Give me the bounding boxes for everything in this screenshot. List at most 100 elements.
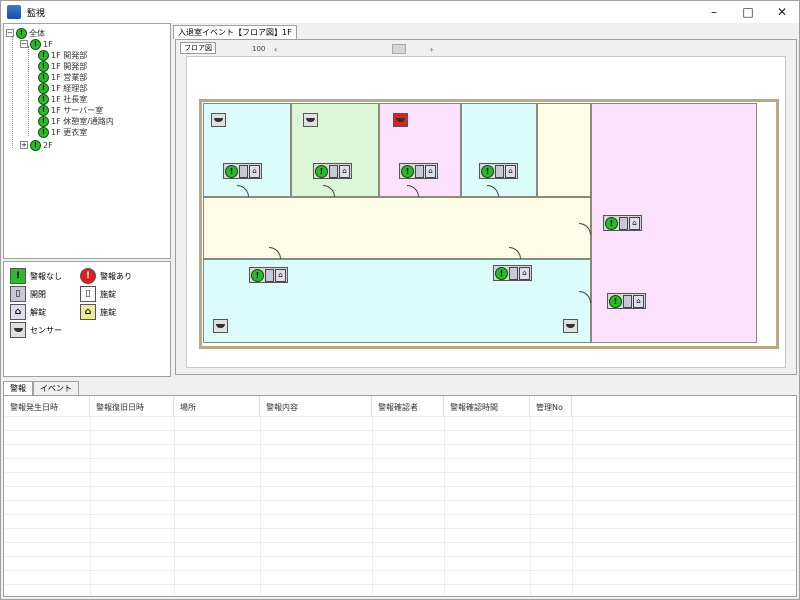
tree-room-label: 1F サーバー室 — [51, 105, 104, 115]
sensor-icon[interactable] — [563, 319, 578, 333]
column-header[interactable]: 警報復旧日時 — [90, 396, 174, 416]
door-icon — [623, 294, 632, 308]
minimize-button[interactable]: – — [697, 1, 731, 23]
corridor[interactable] — [203, 197, 591, 259]
table-row[interactable] — [4, 542, 796, 556]
status-ok-icon: ! — [38, 126, 49, 138]
column-header[interactable]: 警報確認時間 — [444, 396, 530, 416]
door-icon — [415, 164, 424, 178]
status-ok-icon: ! — [315, 164, 328, 178]
sensor-alarm-icon[interactable] — [393, 113, 408, 127]
status-ok-icon: ! — [16, 27, 27, 39]
column-header[interactable]: 警報発生日時 — [4, 396, 90, 416]
legend-label: 警報なし — [30, 271, 62, 281]
room-sales[interactable] — [379, 103, 461, 197]
maximize-button[interactable]: □ — [731, 1, 765, 23]
status-ok-icon: ! — [38, 93, 49, 105]
table-row[interactable] — [4, 416, 796, 430]
table-row[interactable] — [4, 556, 796, 570]
table-row[interactable] — [4, 514, 796, 528]
room-corridor-upper[interactable] — [537, 103, 591, 197]
table-row[interactable] — [4, 430, 796, 444]
expander-icon[interactable]: − — [6, 29, 14, 37]
table-row[interactable] — [4, 472, 796, 486]
door-icon — [329, 164, 338, 178]
column-header[interactable]: 警報確認者 — [372, 396, 444, 416]
status-ok-icon: ! — [38, 71, 49, 83]
zoom-scrollbar[interactable]: 100 ‹ › — [252, 44, 438, 54]
status-ok-icon: ! — [30, 139, 41, 151]
legend-label: センサー — [30, 325, 62, 335]
tree-room[interactable]: ! 1F 更衣室 — [38, 126, 87, 138]
status-ok-icon: ! — [38, 82, 49, 94]
legend-label: 施錠 — [100, 307, 116, 317]
legend-label: 施錠 — [100, 289, 116, 299]
door-controller[interactable]: ! ⌂ — [479, 163, 518, 179]
scroll-left-icon[interactable]: ‹ — [274, 45, 277, 54]
door-controller[interactable]: ! ⌂ — [607, 293, 646, 309]
column-header[interactable]: 警報内容 — [260, 396, 372, 416]
location-tree: − ! 全体 − ! 1F ! 1F 開発部 ! 1F 開発部 ! 1F 営業部 ! 1… — [3, 23, 171, 259]
door-controller[interactable]: ! ⌂ — [399, 163, 438, 179]
tree-room-label: 1F 開発部 — [51, 50, 88, 60]
close-button[interactable]: ✕ — [765, 1, 799, 23]
floor-panel: 入退室イベント【フロア図】1F フロア図 100 ‹ › ! ⌂ ! ⌂ ! ⌂… — [173, 23, 799, 377]
door-controller[interactable]: ! ⌂ — [493, 265, 532, 281]
sensor-icon[interactable] — [211, 113, 226, 127]
legend-label: 警報あり — [100, 271, 132, 281]
legend-item: ! 警報あり — [80, 268, 132, 284]
tree-room-label: 1F 社長室 — [51, 94, 88, 104]
legend-label: 解錠 — [30, 307, 46, 317]
door-controller[interactable]: ! ⌂ — [223, 163, 262, 179]
tree-node-2f[interactable]: + ! 2F — [20, 139, 53, 151]
room-accounting[interactable] — [461, 103, 537, 197]
column-header[interactable]: 場所 — [174, 396, 260, 416]
table-row[interactable] — [4, 584, 796, 596]
status-ok-icon: ! — [251, 268, 264, 282]
legend-item: センサー — [10, 322, 62, 338]
tab-alarm[interactable]: 警報 — [3, 381, 33, 395]
tree-1f-label: 1F — [43, 39, 53, 49]
status-ok-icon: ! — [38, 115, 49, 127]
column-header[interactable]: 管理No — [530, 396, 572, 416]
tree-room-label: 1F 開発部 — [51, 61, 88, 71]
lock-icon: ⌂ — [519, 266, 530, 280]
sensor-icon[interactable] — [213, 319, 228, 333]
expander-icon[interactable]: − — [20, 40, 28, 48]
window-title: 監視 — [27, 8, 46, 19]
floor-frame: フロア図 100 ‹ › ! ⌂ ! ⌂ ! ⌂ ! ⌂ ! ⌂ ! ⌂ ! ⌂… — [175, 39, 797, 375]
tab-floor-diagram[interactable]: フロア図 — [180, 42, 216, 54]
door-controller[interactable]: ! ⌂ — [249, 267, 288, 283]
status-ok-icon: ! — [38, 104, 49, 116]
alarm-icon: ! — [80, 268, 96, 284]
lock-icon: ⌂ — [339, 164, 350, 178]
door-icon — [619, 216, 628, 230]
door-icon — [509, 266, 518, 280]
table-row[interactable] — [4, 458, 796, 472]
lock-icon: ⌂ — [629, 216, 640, 230]
table-row[interactable] — [4, 570, 796, 584]
scroll-thumb[interactable] — [392, 44, 406, 54]
table-row[interactable] — [4, 486, 796, 500]
door-open-icon: ▯ — [10, 286, 26, 302]
status-ok-icon: ! — [225, 164, 238, 178]
lock-icon: ⌂ — [425, 164, 436, 178]
table-header: 警報発生日時 警報復旧日時 場所 警報内容 警報確認者 警報確認時間 管理No — [4, 396, 796, 416]
sensor-icon — [10, 322, 26, 338]
door-controller[interactable]: ! ⌂ — [603, 215, 642, 231]
title-bar: 監視 – □ ✕ — [1, 1, 799, 23]
table-row[interactable] — [4, 528, 796, 542]
expander-icon[interactable]: + — [20, 141, 28, 149]
tab-floor-map[interactable]: 入退室イベント【フロア図】1F — [173, 25, 297, 39]
table-row[interactable] — [4, 500, 796, 514]
door-icon — [239, 164, 248, 178]
status-ok-icon: ! — [605, 216, 618, 230]
tab-event[interactable]: イベント — [33, 381, 79, 395]
sensor-icon[interactable] — [303, 113, 318, 127]
table-row[interactable] — [4, 444, 796, 458]
status-ok-icon: ! — [481, 164, 494, 178]
door-icon — [265, 268, 274, 282]
door-controller[interactable]: ! ⌂ — [313, 163, 352, 179]
lock-icon: ⌂ — [275, 268, 286, 282]
scroll-right-icon[interactable]: › — [430, 45, 433, 54]
